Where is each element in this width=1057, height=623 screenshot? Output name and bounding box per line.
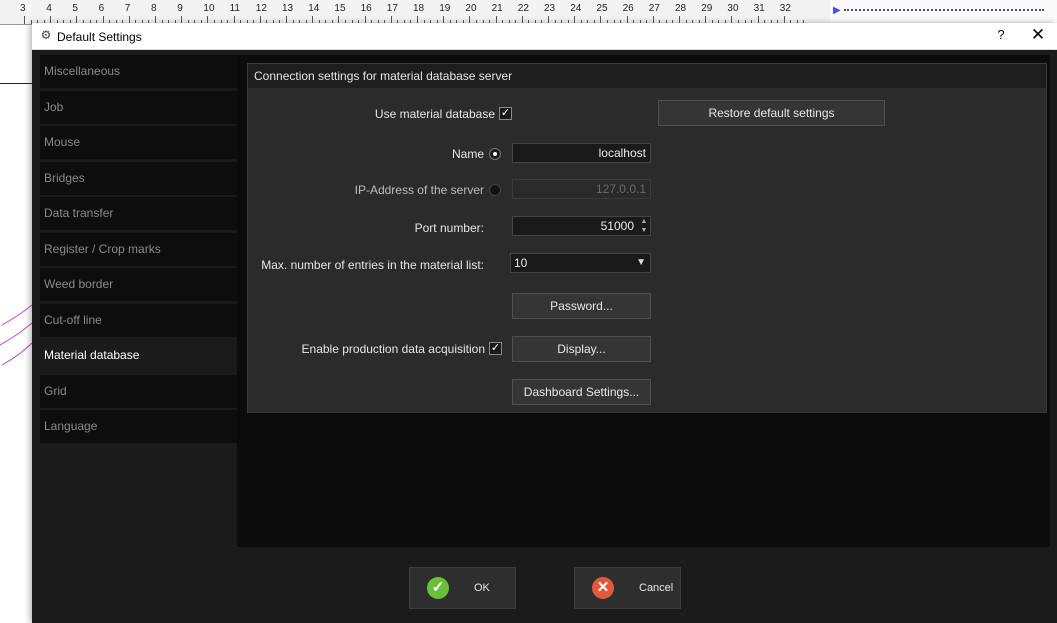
- use-material-database-label: Use material database: [374, 107, 495, 121]
- default-settings-dialog: ⚙ Default Settings ? ✕ Miscellaneous Job M…: [32, 23, 1057, 623]
- ruler-number: 11: [229, 3, 240, 14]
- use-material-database-checkbox[interactable]: ✓: [499, 107, 512, 120]
- sidebar-item-data-transfer[interactable]: Data transfer: [40, 197, 237, 230]
- ruler-number: 23: [544, 3, 556, 14]
- ruler-number: 7: [124, 3, 131, 14]
- close-button[interactable]: ✕: [1029, 25, 1047, 45]
- name-radio[interactable]: [489, 148, 501, 160]
- ruler-number: 21: [491, 3, 503, 14]
- checkmark-icon: ✓: [427, 577, 449, 599]
- display-button[interactable]: Display...: [512, 336, 651, 362]
- ruler-number: 10: [203, 3, 215, 14]
- dialog-titlebar: ⚙ Default Settings ? ✕: [32, 23, 1057, 50]
- settings-sidebar: Miscellaneous Job Mouse Bridges Data transfe…: [40, 55, 237, 446]
- ruler-number: 4: [46, 3, 52, 14]
- ruler-number: 26: [622, 3, 634, 14]
- ruler-number: 19: [439, 3, 451, 14]
- name-label: Name: [451, 147, 484, 161]
- sidebar-item-mouse[interactable]: Mouse: [40, 126, 237, 159]
- port-spinner-icon[interactable]: ▲ ▼: [638, 217, 650, 235]
- canvas-line: [0, 83, 32, 84]
- name-field[interactable]: localhost: [512, 143, 651, 163]
- background-canvas: [0, 25, 32, 623]
- ruler-number: 8: [151, 3, 157, 14]
- max-entries-label: Max. number of entries in the material l…: [261, 258, 484, 272]
- ruler-number: 24: [570, 3, 582, 14]
- ruler-number: 16: [360, 3, 372, 14]
- ruler-number: 6: [98, 3, 105, 14]
- chevron-down-icon: ▼: [636, 257, 646, 268]
- sidebar-item-weed-border[interactable]: Weed border: [40, 268, 237, 301]
- port-number-field[interactable]: 51000 ▲ ▼: [512, 216, 651, 236]
- ruler-number: 28: [675, 3, 687, 14]
- ruler-number: 5: [72, 3, 78, 14]
- port-number-value: 51000: [600, 219, 634, 233]
- sidebar-item-material-database[interactable]: Material database: [40, 339, 237, 372]
- dialog-title: Default Settings: [57, 30, 142, 44]
- ruler-number: 15: [334, 3, 346, 14]
- app-icon: ⚙: [40, 28, 52, 42]
- password-button[interactable]: Password...: [512, 293, 651, 319]
- ruler-number: 9: [177, 3, 183, 14]
- ruler-number: 30: [727, 3, 739, 14]
- dashboard-settings-button[interactable]: Dashboard Settings...: [512, 379, 651, 405]
- ruler-number: 32: [779, 3, 791, 14]
- sidebar-item-miscellaneous[interactable]: Miscellaneous: [40, 55, 237, 88]
- canvas-drawing: [0, 304, 32, 366]
- production-data-label: Enable production data acquisition: [301, 342, 485, 356]
- panel-header: Connection settings for material databas…: [248, 64, 1046, 88]
- max-entries-select[interactable]: 10 ▼: [510, 253, 651, 273]
- material-database-panel: Connection settings for material databas…: [247, 63, 1047, 413]
- cancel-label: Cancel: [639, 582, 674, 594]
- sidebar-item-job[interactable]: Job: [40, 90, 237, 124]
- sidebar-item-grid[interactable]: Grid: [40, 374, 237, 408]
- ruler-number: 17: [386, 3, 398, 14]
- ip-address-radio[interactable]: [489, 184, 501, 196]
- ruler-number: 13: [282, 3, 294, 14]
- ruler-number: 22: [517, 3, 529, 14]
- background-ruler: 3 4 5 6 7 8 9 10 11 12 13 14 15 16 17 18 19 20 21 22 23 24 25 2…: [0, 0, 830, 25]
- max-entries-value: 10: [514, 256, 528, 270]
- settings-content: Connection settings for material databas…: [237, 55, 1050, 547]
- production-data-checkbox[interactable]: ✓: [489, 342, 502, 355]
- ruler-number: 20: [465, 3, 477, 14]
- ip-address-field[interactable]: 127.0.0.1: [512, 179, 651, 199]
- cancel-button[interactable]: ✕ Cancel: [574, 567, 681, 609]
- sidebar-item-language[interactable]: Language: [40, 410, 237, 443]
- ruler-tick: [24, 16, 25, 24]
- x-icon: ✕: [592, 577, 614, 599]
- ruler-dotted-line: [844, 9, 1044, 14]
- ok-button[interactable]: ✓ OK: [409, 567, 516, 609]
- ip-address-label: IP-Address of the server: [354, 183, 484, 197]
- sidebar-item-register-crop-marks[interactable]: Register / Crop marks: [40, 232, 237, 266]
- ruler-number: 14: [308, 3, 320, 14]
- ruler-marker-icon: ▶: [833, 5, 841, 16]
- help-button[interactable]: ?: [994, 27, 1008, 42]
- ruler-number: 12: [255, 3, 267, 14]
- port-number-label: Port number:: [414, 221, 484, 235]
- ruler-extension: ▶: [830, 0, 1057, 25]
- ok-label: OK: [474, 582, 490, 594]
- sidebar-item-bridges[interactable]: Bridges: [40, 161, 237, 195]
- ruler-number: 3: [20, 3, 26, 14]
- sidebar-item-cut-off-line[interactable]: Cut-off line: [40, 303, 237, 337]
- ruler-number: 29: [701, 3, 713, 14]
- ruler-number: 18: [413, 3, 425, 14]
- ruler-number: 25: [596, 3, 608, 14]
- ruler-number: 31: [753, 3, 765, 14]
- restore-default-settings-button[interactable]: Restore default settings: [658, 100, 885, 126]
- ruler-number: 27: [648, 3, 660, 14]
